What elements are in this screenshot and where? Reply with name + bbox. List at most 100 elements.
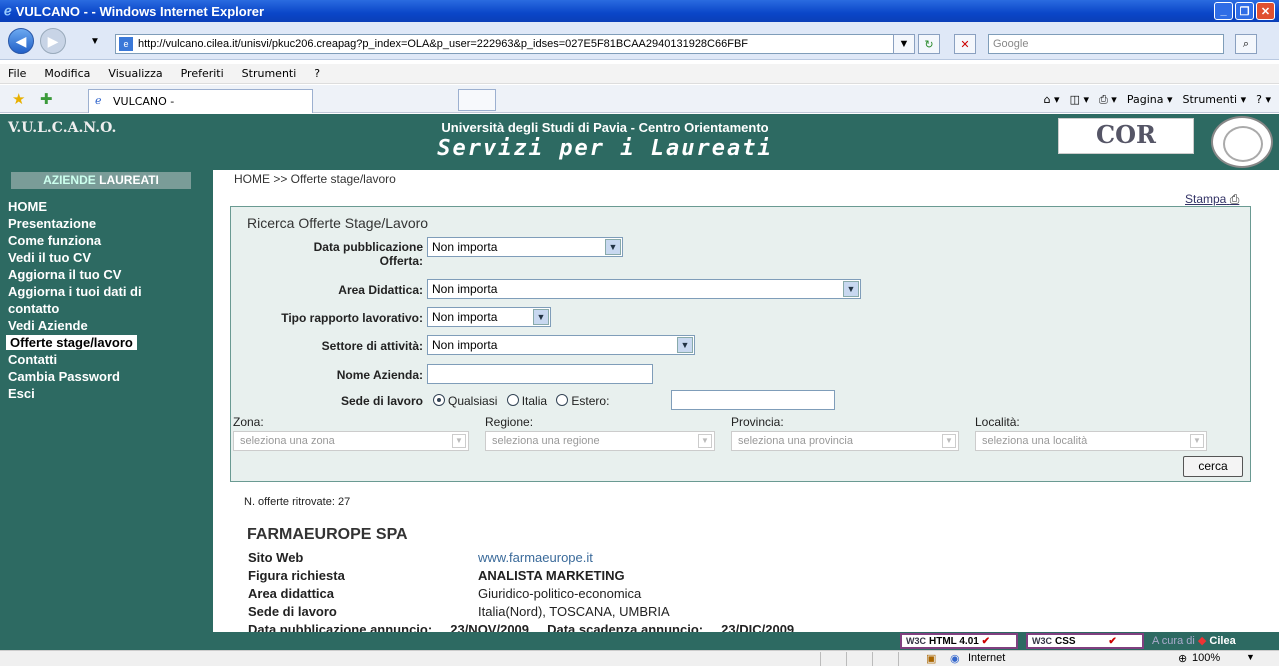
sidebar-item-come-funziona[interactable]: Come funziona [8,233,101,248]
stampa-label: Stampa [1185,192,1227,206]
sede-radio-group: Qualsiasi Italia Estero: [427,394,609,408]
zona-label: Zona: [233,415,264,429]
menu-preferiti[interactable]: Preferiti [181,67,224,80]
tipo-rapporto-select[interactable]: Non importa ▼ [427,307,551,327]
feeds-icon[interactable]: ◫ ▾ [1070,93,1089,107]
nome-azienda-input[interactable] [427,364,653,384]
print-icon[interactable]: ⎙ ▾ [1099,93,1117,107]
help-icon[interactable]: ? ▾ [1256,93,1271,107]
data-pubblicazione-label-1: Data pubblicazione [313,240,423,254]
menu-strumenti[interactable]: Strumenti [242,67,297,80]
sede-label: Sede di lavoro [340,394,423,408]
cerca-button[interactable]: cerca [1183,456,1243,477]
radio-estero[interactable] [556,394,569,406]
window-controls: _ ❐ ✕ [1214,2,1275,20]
result-label-sito: Sito Web [248,550,304,565]
ie-tab-icon: ℯ [95,94,102,107]
url-field[interactable]: e http://vulcano.cilea.it/unisvi/pkuc206.… [115,34,913,54]
sidebar-item-aggiorna-dati[interactable]: Aggiorna i tuoi dati di [8,284,142,299]
zone-label: Internet [968,652,1006,664]
sidebar-title-aziende[interactable]: AZIENDE [43,173,96,187]
chevron-down-icon: ▼ [677,337,693,353]
chevron-down-icon: ▼ [1190,434,1204,448]
tab-vulcano[interactable]: ℯ VULCANO - [88,89,313,113]
area-didattica-label: Area Didattica: [338,283,423,297]
minimize-button[interactable]: _ [1214,2,1233,20]
sidebar-item-esci[interactable]: Esci [8,386,35,401]
sidebar-item-home[interactable]: HOME [8,199,47,214]
radio-qualsiasi[interactable] [433,394,445,406]
stop-icon[interactable]: ✕ [954,34,976,54]
tools-menu[interactable]: Strumenti ▾ [1183,93,1247,107]
w3c-html-badge[interactable]: W3C HTML 4.01 ✔ [900,633,1018,649]
w3c-mark: W3C [906,636,926,646]
chevron-down-icon: ▼ [843,281,859,297]
menu-help[interactable]: ? [314,67,320,80]
cilea-logo-icon: ◆ [1197,635,1207,647]
radio-italia[interactable] [506,394,519,406]
sidebar-item-contatti[interactable]: Contatti [8,352,57,367]
zoom-dropdown-icon[interactable]: ▼ [1246,652,1255,662]
zona-select[interactable]: seleziona una zona ▼ [233,431,469,451]
cilea-name: Cilea [1209,635,1236,647]
search-input[interactable]: Google [988,34,1224,54]
zona-value: seleziona una zona [240,435,335,447]
page-menu[interactable]: Pagina ▾ [1127,93,1173,107]
company-name: FARMAEUROPE SPA [247,526,408,543]
sidebar: AZIENDE LAUREATI HOME Presentazione Come… [0,170,213,650]
settore-value: Non importa [432,338,498,352]
provincia-value: seleziona una provincia [738,435,853,447]
menu-modifica[interactable]: Modifica [44,67,90,80]
refresh-icon[interactable]: ↻ [918,34,940,54]
cilea-credit[interactable]: A cura di ◆ Cilea [1152,634,1236,647]
w3c-css-label: CSS [1055,636,1076,647]
chevron-down-icon: ▼ [452,434,466,448]
new-tab-button[interactable] [458,89,496,111]
search-icon[interactable]: ⌕ [1235,34,1257,54]
url-dropdown-icon[interactable]: ▼ [893,34,915,54]
regione-select[interactable]: seleziona una regione ▼ [485,431,715,451]
favorites-star-icon[interactable]: ★ [12,90,25,108]
stampa-link[interactable]: Stampa ⎙ [1185,192,1239,207]
sidebar-item-cambia-password[interactable]: Cambia Password [8,369,120,384]
cor-logo: COR [1058,118,1194,154]
menu-file[interactable]: File [8,67,26,80]
estero-input[interactable] [671,390,835,410]
w3c-css-badge[interactable]: W3C CSS ✔ [1026,633,1144,649]
sidebar-item-presentazione[interactable]: Presentazione [8,216,96,231]
menu-visualizza[interactable]: Visualizza [108,67,162,80]
sidebar-title: AZIENDE LAUREATI [11,172,191,189]
home-icon[interactable]: ⌂ ▾ [1044,93,1060,107]
chevron-down-icon: ▼ [605,239,621,255]
checkmark-icon: ✔ [1108,636,1117,647]
provincia-select[interactable]: seleziona una provincia ▼ [731,431,959,451]
w3c-html-label: HTML 4.01 [929,636,979,647]
settore-select[interactable]: Non importa ▼ [427,335,695,355]
printer-icon: ⎙ [1229,192,1240,206]
localita-select[interactable]: seleziona una località ▼ [975,431,1207,451]
window-titlebar: ℯ VULCANO - - Windows Internet Explorer … [0,0,1279,22]
url-text: http://vulcano.cilea.it/unisvi/pkuc206.c… [138,38,749,50]
back-button[interactable]: ◀ [8,28,34,54]
protected-mode-icon[interactable]: ▣ [926,652,936,665]
w3c-mark: W3C [1032,636,1052,646]
history-dropdown-icon[interactable]: ▼ [90,36,100,47]
university-title: Università degli Studi di Pavia - Centro… [441,120,769,135]
data-pubblicazione-select[interactable]: Non importa ▼ [427,237,623,257]
sidebar-item-offerte[interactable]: Offerte stage/lavoro [6,335,137,350]
result-label-sede: Sede di lavoro [248,604,337,619]
sidebar-item-aggiorna-dati-2[interactable]: contatto [8,301,59,316]
zoom-level[interactable]: 100% [1192,652,1220,664]
globe-icon: ◉ [950,653,960,665]
sidebar-item-aggiorna-cv[interactable]: Aggiorna il tuo CV [8,267,121,282]
breadcrumb[interactable]: HOME >> Offerte stage/lavoro [234,172,396,186]
result-value-area: Giuridico-politico-economica [478,586,642,601]
sidebar-item-vedi-aziende[interactable]: Vedi Aziende [8,318,88,333]
area-didattica-select[interactable]: Non importa ▼ [427,279,861,299]
forward-button[interactable]: ▶ [40,28,66,54]
restore-button[interactable]: ❐ [1235,2,1254,20]
add-favorites-icon[interactable]: ✚ [40,90,53,108]
result-value-sito[interactable]: www.farmaeurope.it [478,550,593,565]
sidebar-item-vedi-cv[interactable]: Vedi il tuo CV [8,250,91,265]
close-button[interactable]: ✕ [1256,2,1275,20]
